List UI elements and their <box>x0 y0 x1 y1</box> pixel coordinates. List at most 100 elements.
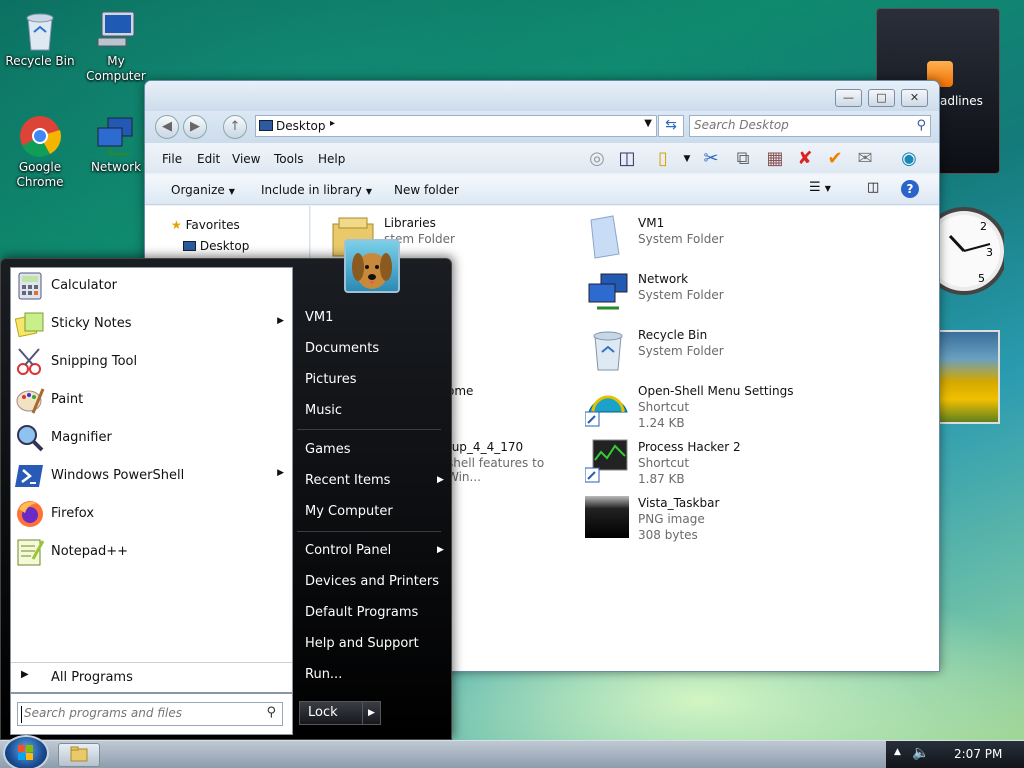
start-link-games[interactable]: Games <box>305 442 350 457</box>
program-firefox[interactable]: Firefox <box>11 496 292 532</box>
address-dropdown-icon[interactable]: ▼ <box>644 118 652 129</box>
program-snipping-tool[interactable]: Snipping Tool <box>11 344 292 380</box>
include-in-library-button[interactable]: Include in library ▼ <box>261 183 372 197</box>
item-type: System Folder <box>638 232 724 246</box>
start-link-my-computer[interactable]: My Computer <box>305 504 393 519</box>
start-link-help-support[interactable]: Help and Support <box>305 636 419 651</box>
window-titlebar[interactable]: — □ ✕ <box>145 81 939 115</box>
recycle-bin-icon <box>18 8 62 52</box>
start-programs-pane: Calculator Sticky Notes ▶ Snipping Tool … <box>10 267 293 693</box>
chrome-icon <box>18 114 62 158</box>
navigation-pane-icon[interactable]: ◫ <box>615 147 639 171</box>
program-notepadpp[interactable]: Notepad++ <box>11 534 292 570</box>
start-link-user[interactable]: VM1 <box>305 310 333 325</box>
desktop-icon-google-chrome[interactable]: Google Chrome <box>0 114 80 190</box>
program-windows-powershell[interactable]: Windows PowerShell ▶ <box>11 458 292 494</box>
shutdown-options-arrow-icon[interactable]: ▶ <box>362 702 380 724</box>
paint-icon <box>15 385 45 415</box>
taskbar-explorer-button[interactable] <box>58 743 100 767</box>
program-paint[interactable]: Paint <box>11 382 292 418</box>
start-search-box[interactable]: ⚲ <box>17 702 283 726</box>
nav-favorites[interactable]: ★ Favorites <box>171 218 240 232</box>
desktop-nav-icon <box>183 241 196 251</box>
start-link-recent-items[interactable]: Recent Items ▶ <box>305 473 444 488</box>
command-bar: Organize ▼ Include in library ▼ New folder… <box>145 175 939 205</box>
breadcrumb-chevron-icon[interactable]: ▸ <box>330 118 335 129</box>
program-calculator[interactable]: Calculator <box>11 268 292 304</box>
file-item-recycle-bin[interactable]: Recycle Bin System Folder <box>585 326 825 376</box>
file-item-open-shell-settings[interactable]: Open-Shell Menu Settings Shortcut 1.24 K… <box>585 382 825 440</box>
file-item-network[interactable]: Network System Folder <box>585 270 825 320</box>
start-search-input[interactable] <box>24 706 249 720</box>
start-link-documents[interactable]: Documents <box>305 341 379 356</box>
menu-help[interactable]: Help <box>318 152 345 166</box>
submenu-arrow-icon[interactable]: ▶ <box>277 468 284 478</box>
start-link-devices-printers[interactable]: Devices and Printers <box>305 574 439 589</box>
start-link-control-panel[interactable]: Control Panel ▶ <box>305 543 444 558</box>
nav-desktop[interactable]: Desktop <box>183 239 249 253</box>
notepadpp-icon <box>15 537 45 567</box>
start-orb-button[interactable] <box>3 735 49 768</box>
new-folder-button[interactable]: New folder <box>394 183 459 197</box>
separator <box>297 429 441 430</box>
forward-button[interactable]: ▶ <box>183 115 207 139</box>
user-avatar[interactable] <box>344 239 400 293</box>
start-link-default-programs[interactable]: Default Programs <box>305 605 418 620</box>
show-hidden-icons-icon[interactable]: ▲ <box>894 747 901 757</box>
delete-icon[interactable]: ✘ <box>793 147 817 171</box>
properties-icon[interactable]: ✔ <box>823 147 847 171</box>
tray-clock[interactable]: 2:07 PM <box>954 747 1002 761</box>
up-button[interactable]: ↑ <box>223 115 247 139</box>
volume-icon[interactable]: 🔈 <box>912 745 929 761</box>
paste-icon[interactable]: ▦ <box>763 147 787 171</box>
search-icon[interactable]: ⚲ <box>266 705 276 720</box>
menu-file[interactable]: File <box>162 152 182 166</box>
start-link-music[interactable]: Music <box>305 403 342 418</box>
calculator-icon <box>15 271 45 301</box>
organize-button[interactable]: Organize ▼ <box>171 183 235 197</box>
up-folder-icon[interactable]: ◎ <box>585 147 609 171</box>
start-link-run[interactable]: Run... <box>305 667 342 682</box>
menu-edit[interactable]: Edit <box>197 152 220 166</box>
start-link-pictures[interactable]: Pictures <box>305 372 356 387</box>
help-icon[interactable]: ? <box>901 180 919 198</box>
menu-tools[interactable]: Tools <box>274 152 304 166</box>
copy-icon[interactable]: ⧉ <box>731 147 755 171</box>
slideshow-gadget[interactable] <box>936 330 1000 424</box>
magnifier-icon <box>15 423 45 453</box>
search-input[interactable] <box>694 118 904 132</box>
close-button[interactable]: ✕ <box>901 89 928 107</box>
refresh-button[interactable]: ⇆ <box>658 115 684 137</box>
file-item-vm1[interactable]: VM1 System Folder <box>585 214 825 264</box>
preview-pane-icon[interactable]: ◫ <box>867 180 879 195</box>
desktop-icon-recycle-bin[interactable]: Recycle Bin <box>0 8 80 69</box>
start-search-area: ⚲ <box>10 693 293 735</box>
all-programs-label: All Programs <box>51 670 133 685</box>
folder-options-dropdown-icon[interactable]: ▼ <box>675 147 699 171</box>
program-sticky-notes[interactable]: Sticky Notes ▶ <box>11 306 292 342</box>
folder-options-icon[interactable]: ▯ <box>651 147 675 171</box>
change-view-icon[interactable]: ☰ ▼ <box>809 180 831 195</box>
cut-icon[interactable]: ✂ <box>699 147 723 171</box>
search-icon[interactable]: ⚲ <box>916 118 926 133</box>
program-magnifier[interactable]: Magnifier <box>11 420 292 456</box>
item-size: 1.87 KB <box>638 472 685 486</box>
file-item-process-hacker[interactable]: Process Hacker 2 Shortcut 1.87 KB <box>585 438 825 496</box>
control-panel-label: Control Panel <box>305 543 392 558</box>
minimize-button[interactable]: — <box>835 89 862 107</box>
open-shell-icon[interactable]: ◉ <box>897 147 921 171</box>
item-size: 308 bytes <box>638 528 698 542</box>
menu-view[interactable]: View <box>232 152 260 166</box>
file-item-vista-taskbar[interactable]: Vista_Taskbar PNG image 308 bytes <box>585 494 825 552</box>
lock-button[interactable]: Lock ▶ <box>299 701 381 725</box>
address-bar[interactable]: Desktop ▸ ▼ <box>255 115 657 137</box>
submenu-arrow-icon[interactable]: ▶ <box>277 316 284 326</box>
all-programs-button[interactable]: ▶ All Programs <box>11 662 292 692</box>
program-label: Paint <box>51 392 84 407</box>
maximize-button[interactable]: □ <box>868 89 895 107</box>
desktop-icon-my-computer[interactable]: My Computer <box>76 8 156 84</box>
back-button[interactable]: ◀ <box>155 115 179 139</box>
email-icon[interactable]: ✉ <box>853 147 877 171</box>
search-box[interactable]: ⚲ <box>689 115 931 137</box>
taskbar: ▲ 🔈 2:07 PM <box>0 735 1024 768</box>
